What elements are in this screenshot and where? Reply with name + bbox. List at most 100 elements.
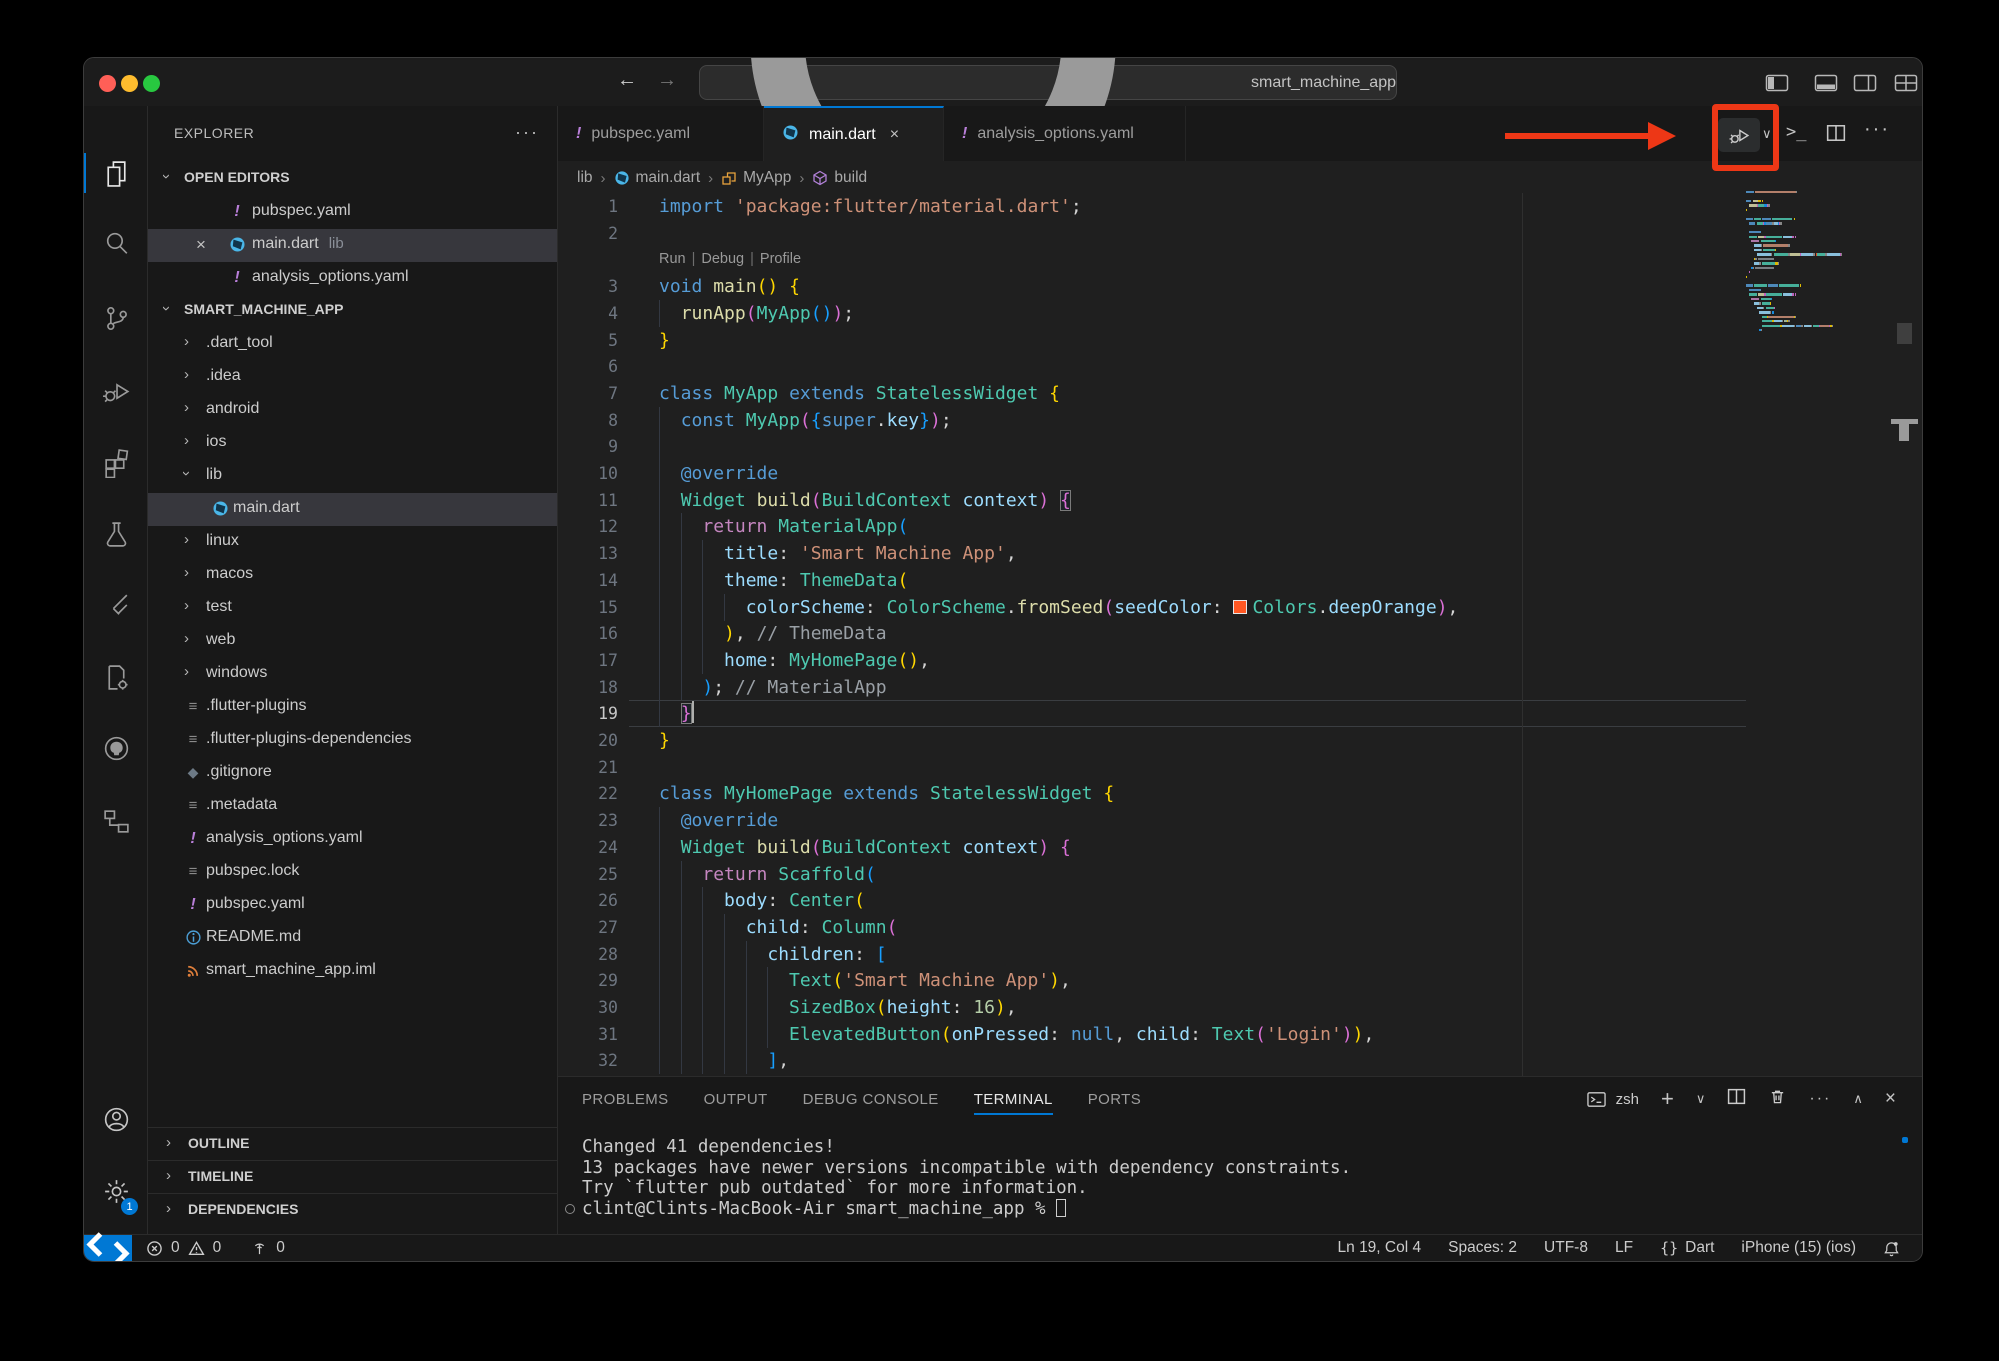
file-item[interactable]: ◆.gitignore (148, 757, 557, 790)
editor-more-actions-icon[interactable]: ··· (1864, 118, 1890, 141)
toggle-secondary-sidebar-icon[interactable] (1853, 74, 1877, 92)
folder-item[interactable]: ›linux (148, 526, 557, 559)
minimap-line (1755, 267, 1773, 269)
status-eol[interactable]: LF (1615, 1239, 1633, 1257)
close-window-button[interactable] (99, 75, 116, 92)
split-terminal-icon[interactable] (1727, 1088, 1746, 1110)
activity-account-icon[interactable] (84, 1089, 148, 1149)
customize-layout-icon[interactable] (1894, 74, 1918, 92)
back-arrow-icon[interactable]: ← (617, 69, 637, 92)
terminal-action-icon[interactable]: >_ (1786, 122, 1806, 142)
maximize-panel-icon[interactable]: ∧ (1853, 1091, 1863, 1107)
folder-item[interactable]: ›android (148, 394, 557, 427)
file-item[interactable]: main.dart (148, 493, 557, 526)
command-center-search[interactable]: smart_machine_app (699, 65, 1397, 100)
scrollbar-marker (1891, 419, 1918, 424)
open-editor-item[interactable]: !analysis_options.yaml (148, 262, 557, 295)
file-item[interactable]: ≡.flutter-plugins (148, 691, 557, 724)
codelens-profile[interactable]: Profile (760, 251, 801, 267)
remote-indicator-button[interactable] (84, 1235, 132, 1262)
tab-pubspec-yaml[interactable]: !pubspec.yaml (558, 106, 764, 161)
activity-remote-targets-icon[interactable] (84, 791, 148, 851)
folder-item[interactable]: ›.idea (148, 361, 557, 394)
folder-item[interactable]: ›ios (148, 427, 557, 460)
new-terminal-icon[interactable]: + (1661, 1086, 1674, 1112)
panel-tab-problems[interactable]: PROBLEMS (582, 1077, 669, 1121)
file-item[interactable]: ≡.flutter-plugins-dependencies (148, 724, 557, 757)
folder-item[interactable]: ›macos (148, 559, 557, 592)
close-editor-icon[interactable]: × (196, 235, 206, 255)
breadcrumb-item-build[interactable]: build (812, 169, 867, 187)
kill-terminal-icon[interactable] (1768, 1088, 1787, 1110)
file-item[interactable]: ≡pubspec.lock (148, 856, 557, 889)
panel-tab-debug-console[interactable]: DEBUG CONSOLE (803, 1077, 939, 1121)
breadcrumb-item-lib[interactable]: lib (577, 169, 593, 187)
file-item[interactable]: ≡.metadata (148, 790, 557, 823)
line-number: 11 (558, 487, 618, 514)
zoom-window-button[interactable] (143, 75, 160, 92)
close-tab-icon[interactable]: × (890, 126, 899, 144)
codelens-actions[interactable]: Run|Debug|Profile (659, 246, 801, 273)
remote-icon (84, 1228, 132, 1263)
folder-item[interactable]: ›windows (148, 658, 557, 691)
sidebar-section-outline[interactable]: ›OUTLINE (148, 1127, 557, 1160)
tab-main-dart[interactable]: main.dart× (764, 106, 944, 161)
terminal-output[interactable]: Changed 41 dependencies!13 packages have… (582, 1137, 1912, 1219)
terminal-dropdown-icon[interactable]: ∨ (1696, 1091, 1706, 1107)
folder-item[interactable]: ›.dart_tool (148, 328, 557, 361)
file-item[interactable]: smart_machine_app.iml (148, 955, 557, 988)
activity-testing-icon[interactable] (84, 504, 148, 564)
toggle-panel-icon[interactable] (1814, 74, 1838, 92)
split-editor-icon[interactable] (1826, 124, 1846, 142)
command-decoration-icon[interactable] (565, 1204, 575, 1214)
activity-run-debug-icon[interactable] (84, 361, 148, 421)
panel-more-icon[interactable]: ··· (1809, 1090, 1831, 1108)
sidebar-section-timeline[interactable]: ›TIMELINE (148, 1160, 557, 1193)
status-language-mode[interactable]: {}Dart (1660, 1239, 1714, 1257)
status-indentation[interactable]: Spaces: 2 (1448, 1239, 1517, 1257)
activity-source-control-icon[interactable] (84, 288, 148, 348)
folder-item[interactable]: ›lib (148, 460, 557, 493)
breadcrumb-item-myapp[interactable]: MyApp (721, 169, 791, 187)
open-editor-item[interactable]: ×main.dartlib (148, 229, 557, 262)
folder-item[interactable]: ›web (148, 625, 557, 658)
project-root-section[interactable]: ›SMART_MACHINE_APP (148, 295, 557, 328)
panel-tab-ports[interactable]: PORTS (1088, 1077, 1141, 1121)
toggle-sidebar-icon[interactable] (1765, 74, 1789, 92)
activity-extensions-icon[interactable] (84, 432, 148, 492)
activity-settings-icon[interactable]: 1 (84, 1161, 148, 1221)
file-item[interactable]: !analysis_options.yaml (148, 823, 557, 856)
sidebar-more-icon[interactable]: ··· (515, 122, 539, 143)
status-notifications[interactable] (1883, 1240, 1900, 1257)
code-editor[interactable]: 1import 'package:flutter/material.dart';… (558, 193, 1923, 1076)
panel-tab-output[interactable]: OUTPUT (704, 1077, 768, 1121)
codelens-debug[interactable]: Debug (701, 251, 744, 267)
tab-analysis-options-yaml[interactable]: !analysis_options.yaml (944, 106, 1186, 161)
panel-tab-terminal[interactable]: TERMINAL (974, 1077, 1053, 1121)
forward-arrow-icon[interactable]: → (657, 69, 677, 92)
shell-name[interactable]: zsh (1616, 1091, 1639, 1108)
activity-explorer-icon[interactable] (84, 143, 148, 203)
activity-flutter-icon[interactable] (84, 576, 148, 636)
minimize-window-button[interactable] (121, 75, 138, 92)
activity-dart-snippets-icon[interactable] (84, 647, 148, 707)
codelens-run[interactable]: Run (659, 251, 686, 267)
open-editors-section[interactable]: ›OPEN EDITORS (148, 163, 557, 196)
close-panel-icon[interactable]: × (1885, 1088, 1896, 1110)
status-encoding[interactable]: UTF-8 (1544, 1239, 1588, 1257)
file-item[interactable]: README.md (148, 922, 557, 955)
minimap[interactable] (1746, 191, 1876, 611)
status-cursor-position[interactable]: Ln 19, Col 4 (1338, 1239, 1422, 1257)
code-token: child (1136, 1024, 1190, 1045)
file-item[interactable]: !pubspec.yaml (148, 889, 557, 922)
activity-search-icon[interactable] (84, 213, 148, 273)
status-device-selector[interactable]: iPhone (15) (ios) (1741, 1239, 1856, 1257)
open-editor-item[interactable]: !pubspec.yaml (148, 196, 557, 229)
sidebar-section-dependencies[interactable]: ›DEPENDENCIES (148, 1193, 557, 1226)
color-swatch[interactable] (1233, 600, 1247, 614)
folder-item[interactable]: ›test (148, 592, 557, 625)
problems-status[interactable]: 0 0 0 (146, 1235, 285, 1261)
breadcrumb-item-main-dart[interactable]: main.dart (614, 169, 701, 187)
scrollbar-thumb[interactable] (1897, 323, 1912, 344)
activity-github-icon[interactable] (84, 718, 148, 778)
